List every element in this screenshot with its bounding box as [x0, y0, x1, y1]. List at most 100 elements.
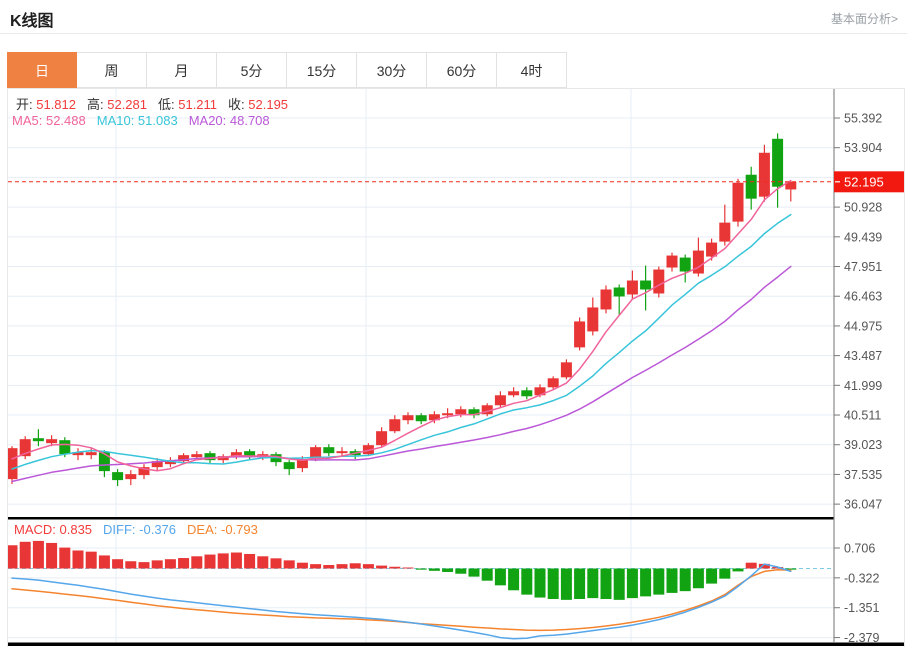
candle-down — [98, 452, 110, 472]
macd-bar — [706, 568, 718, 584]
price-tick-label: 44.975 — [844, 319, 882, 333]
macd-bar — [389, 566, 401, 569]
tab-month[interactable]: 月 — [147, 52, 217, 88]
price-tick-label: 37.535 — [844, 468, 882, 482]
macd-bar — [574, 568, 586, 599]
macd-bar — [296, 562, 308, 569]
price-tick-label: 39.023 — [844, 438, 882, 452]
readout-item: MACD: 0.835 — [14, 522, 93, 537]
tab-4hour[interactable]: 4时 — [497, 52, 567, 88]
page-header: K线图 基本面分析> — [0, 0, 907, 34]
candle-up — [494, 395, 506, 406]
macd-bar — [442, 568, 454, 572]
ohlc-readout: 开: 51.812 高: 52.281 低: 51.211 收: 52.195 — [16, 94, 299, 113]
tab-5min[interactable]: 5分 — [217, 52, 287, 88]
macd-bar — [336, 564, 348, 569]
price-tick-label: 43.487 — [844, 349, 882, 363]
macd-bar — [59, 547, 71, 569]
readout-item: 低: 51.211 — [158, 97, 218, 112]
grid-lines — [8, 89, 834, 642]
macd-bar — [230, 552, 242, 569]
macd-bar — [85, 551, 97, 569]
macd-bar — [455, 568, 467, 574]
macd-bar — [362, 564, 374, 569]
macd-bar — [613, 568, 625, 600]
readout-item: DEA: -0.793 — [187, 522, 258, 537]
macd-bar — [666, 568, 678, 593]
macd-bar — [468, 568, 480, 577]
macd-bar — [32, 540, 44, 569]
macd-bar — [428, 568, 440, 571]
candle-up — [600, 289, 612, 310]
candle-up — [191, 454, 203, 458]
candle-up — [336, 451, 348, 454]
page-title: K线图 — [10, 13, 54, 30]
candle-down — [112, 472, 124, 481]
macd-bar — [72, 550, 84, 569]
candle-down — [679, 257, 691, 272]
macd-bar — [719, 568, 731, 579]
macd-bar — [19, 541, 31, 569]
candle-down — [772, 138, 784, 187]
tab-day[interactable]: 日 — [7, 52, 77, 88]
macd-bar — [494, 568, 506, 586]
macd-bar — [534, 568, 546, 598]
current-price-label: 52.195 — [844, 174, 884, 189]
candle-up — [85, 452, 97, 456]
candle-down — [613, 287, 625, 297]
macd-bar — [98, 555, 110, 569]
macd-bar — [679, 568, 691, 592]
chart-bottom-border — [8, 642, 904, 646]
candle-up — [46, 439, 58, 444]
readout-item: 收: 52.195 — [228, 97, 289, 112]
macd-bar — [653, 568, 665, 595]
kline-chart-svg[interactable]: 55.392 53.904 50.928 49.439 47.951 46.463 44.9… — [8, 89, 904, 647]
candle-up — [692, 250, 704, 274]
fundamental-analysis-link[interactable]: 基本面分析> — [831, 10, 898, 27]
candle-up — [560, 362, 572, 378]
macd-bar — [547, 568, 559, 599]
chart-container: 55.392 53.904 50.928 49.439 47.951 46.463 44.9… — [7, 88, 905, 647]
tab-15min[interactable]: 15分 — [287, 52, 357, 88]
candle-up — [376, 431, 388, 446]
price-tick-label: 36.047 — [844, 498, 882, 512]
price-tick-label: 49.439 — [844, 230, 882, 244]
macd-bar — [508, 568, 520, 591]
macd-bar — [112, 559, 124, 569]
macd-bar — [164, 559, 176, 569]
macd-bar — [626, 568, 638, 599]
candle-up — [626, 280, 638, 295]
macd-bar — [244, 553, 256, 569]
macd-bar — [204, 554, 216, 569]
readout-item: MA5: 52.488 — [12, 113, 86, 128]
period-tabbar: 日周月 5分 15分 30分 60分 4时 — [7, 52, 567, 88]
tab-30min[interactable]: 30分 — [357, 52, 427, 88]
macd-bar — [217, 553, 229, 569]
price-tick-label: 50.928 — [844, 201, 882, 215]
candle-up — [666, 255, 678, 268]
price-tick-label: 47.951 — [844, 260, 882, 274]
macd-bar — [46, 542, 58, 569]
macd-bar — [310, 564, 322, 569]
candle-up — [389, 419, 401, 432]
candle-up — [125, 474, 137, 480]
candle-up — [574, 321, 586, 348]
ma-readout: MA5: 52.488 MA10: 51.083 MA20: 48.708 — [12, 113, 281, 128]
price-tick-label: 40.511 — [844, 409, 881, 423]
macd-bar — [270, 558, 282, 569]
tab-60min[interactable]: 60分 — [427, 52, 497, 88]
candle-down — [521, 390, 533, 397]
candle-down — [283, 462, 295, 470]
readout-item: DIFF: -0.376 — [103, 522, 177, 537]
candle-up — [442, 413, 454, 416]
readout-item: 开: 51.812 — [16, 97, 76, 112]
tab-week[interactable]: 周 — [77, 52, 147, 88]
candle-up — [8, 448, 18, 480]
ma20-line — [11, 265, 792, 483]
candle-down — [415, 415, 427, 422]
candle-down — [32, 438, 44, 442]
macd-tick-label: -2.379 — [844, 631, 879, 645]
candle-down — [640, 280, 652, 290]
candle-up — [508, 391, 520, 396]
macd-bar — [732, 568, 744, 572]
